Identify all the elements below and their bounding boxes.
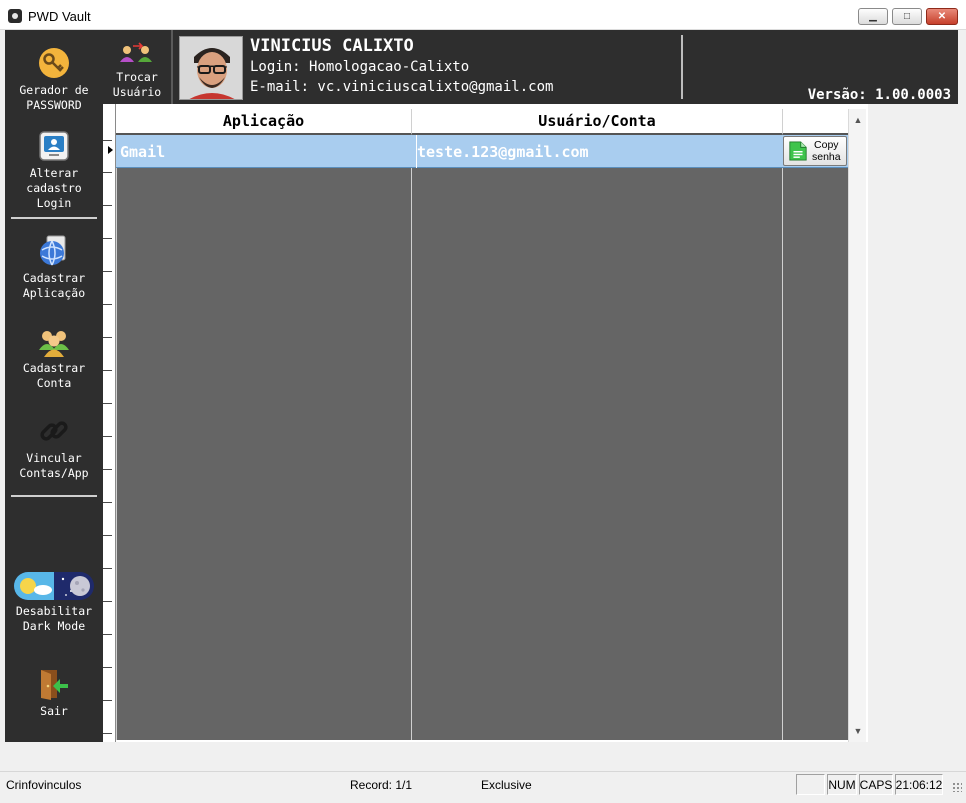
version-label: Versão: 1.00.0003 <box>807 87 951 103</box>
sidebar-divider <box>11 495 97 497</box>
sidebar-item-exit[interactable]: Sair <box>5 667 103 719</box>
switch-user-button[interactable]: Trocar Usuário <box>103 30 173 104</box>
column-header-account[interactable]: Usuário/Conta <box>411 109 782 135</box>
sidebar-item-dark-mode-toggle[interactable]: Desabilitar Dark Mode <box>5 571 103 634</box>
current-row-indicator-icon <box>108 146 113 154</box>
title-bar: PWD Vault ▁ □ ✕ <box>0 0 966 30</box>
sidebar-item-register-application[interactable]: Cadastrar Aplicação <box>5 234 103 301</box>
avatar <box>179 36 243 100</box>
user-login: Login: Homologacao-Calixto <box>250 59 470 75</box>
users-icon <box>39 331 69 357</box>
user-photo-image <box>180 37 242 99</box>
sidebar-item-edit-login[interactable]: Alterar cadastro Login <box>5 129 103 211</box>
status-caps: CAPS <box>859 774 893 795</box>
header-divider <box>681 35 683 99</box>
row-indicator-column <box>103 104 116 742</box>
day-night-toggle-icon <box>14 572 94 600</box>
app-icon <box>8 9 22 23</box>
status-mode: Exclusive <box>481 778 532 792</box>
switch-user-label: Trocar Usuário <box>112 70 162 99</box>
status-num: NUM <box>827 774 857 795</box>
copy-password-button[interactable]: Copy senha <box>783 136 847 166</box>
cell-application[interactable]: Gmail <box>120 135 410 168</box>
maximize-button[interactable]: □ <box>892 8 922 25</box>
close-button[interactable]: ✕ <box>926 8 958 25</box>
sidebar-item-label: Gerador de PASSWORD <box>19 83 89 112</box>
sidebar-item-register-account[interactable]: Cadastrar Conta <box>5 324 103 391</box>
globe-icon <box>40 235 66 266</box>
copy-document-icon <box>789 141 807 161</box>
scroll-down-icon[interactable]: ▼ <box>849 722 867 740</box>
status-empty-pane <box>796 774 825 795</box>
sidebar-item-label: Cadastrar Conta <box>22 361 86 390</box>
sidebar-item-label: Cadastrar Aplicação <box>22 271 86 300</box>
key-icon <box>39 48 69 78</box>
scroll-up-icon[interactable]: ▲ <box>849 111 867 129</box>
id-card-icon <box>39 131 69 161</box>
column-action <box>782 135 848 740</box>
column-header-action <box>782 109 848 135</box>
column-application <box>116 135 411 740</box>
accounts-grid: Aplicação Usuário/Conta Gmail teste.123@… <box>103 104 868 742</box>
user-name: VINICIUS CALIXTO <box>250 36 414 56</box>
sidebar-item-label: Desabilitar Dark Mode <box>15 604 93 633</box>
table-row[interactable]: Gmail teste.123@gmail.com <box>116 135 848 168</box>
window-title: PWD Vault <box>28 9 91 24</box>
sidebar-item-password-generator[interactable]: Gerador de PASSWORD <box>5 46 103 113</box>
exit-door-icon <box>41 670 68 700</box>
sidebar-divider <box>11 217 97 219</box>
sidebar: Gerador de PASSWORD Alterar cadastro Log… <box>5 30 103 742</box>
sidebar-item-link-accounts[interactable]: Vincular Contas/App <box>5 414 103 481</box>
status-bar: Crinfovinculos Record: 1/1 Exclusive NUM… <box>0 771 966 796</box>
cell-account[interactable]: teste.123@gmail.com <box>416 135 776 168</box>
sidebar-item-label: Vincular Contas/App <box>19 451 89 480</box>
vertical-scrollbar[interactable]: ▲ ▼ <box>848 109 866 742</box>
column-account <box>411 135 782 740</box>
resize-grip-icon[interactable] <box>952 782 962 792</box>
switch-users-icon <box>120 42 152 62</box>
sidebar-item-label: Alterar cadastro Login <box>26 166 82 210</box>
status-table-name: Crinfovinculos <box>6 778 82 792</box>
link-icon <box>40 421 68 441</box>
user-email: E-mail: vc.viniciuscalixto@gmail.com <box>250 79 554 95</box>
copy-password-label: Copy senha <box>812 139 841 163</box>
status-time: 21:06:12 <box>895 774 943 795</box>
user-header: Trocar Usuário VINICIUS CALIXTO Login: H… <box>103 30 958 104</box>
minimize-button[interactable]: ▁ <box>858 8 888 25</box>
column-header-application[interactable]: Aplicação <box>116 109 411 135</box>
status-record: Record: 1/1 <box>350 778 413 792</box>
sidebar-item-label: Sair <box>40 704 68 718</box>
